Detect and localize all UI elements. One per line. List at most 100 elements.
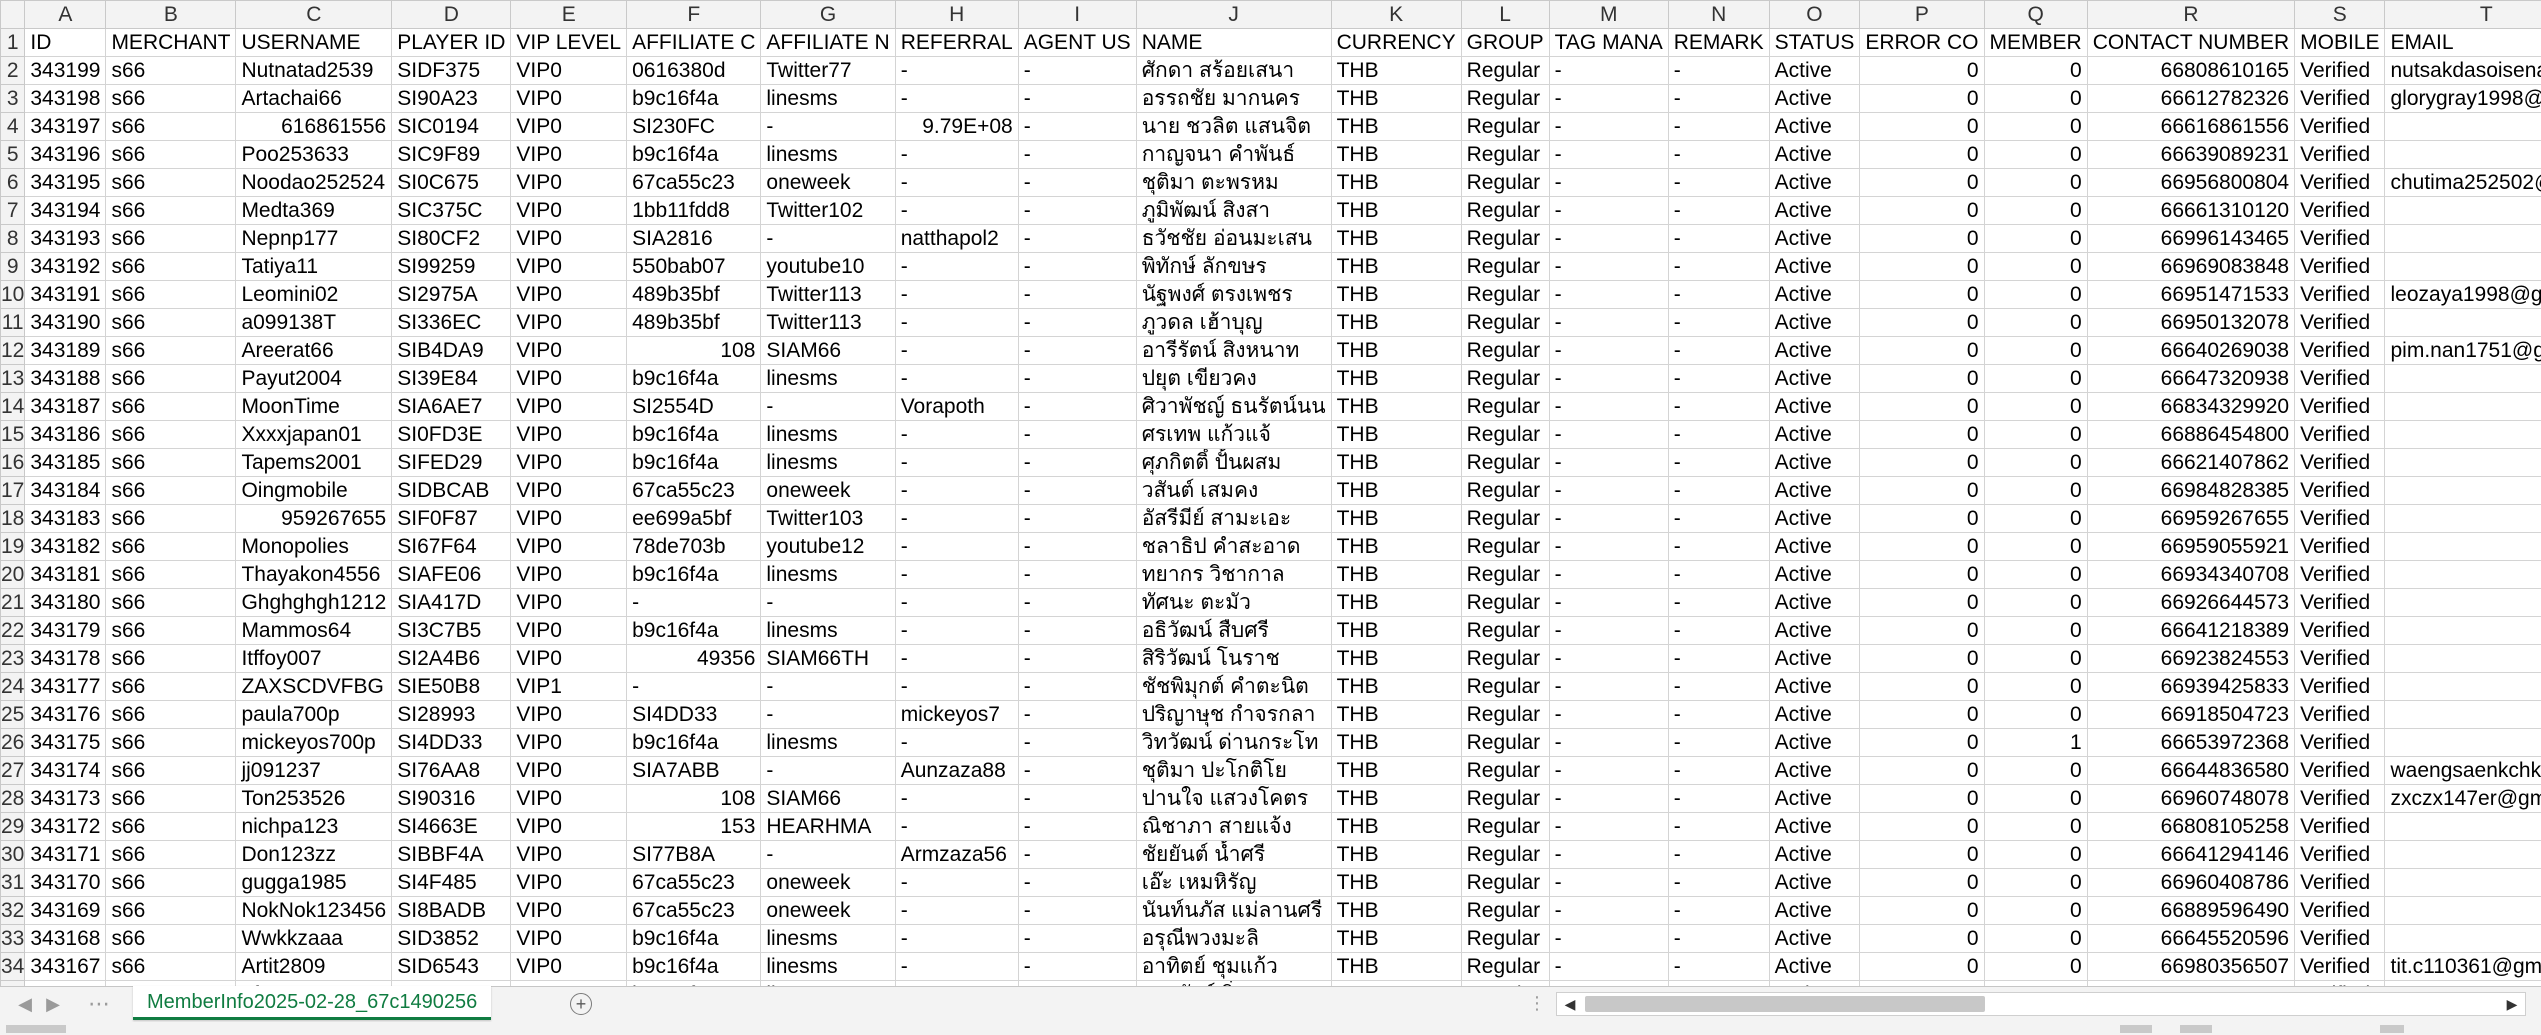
table-cell[interactable]: 0	[1859, 364, 1985, 393]
table-cell[interactable]: Active	[1768, 644, 1861, 673]
header-cell[interactable]: ID	[24, 28, 107, 57]
table-cell[interactable]: -	[1548, 168, 1669, 197]
table-cell[interactable]: VIP0	[510, 336, 628, 365]
table-cell[interactable]: -	[1017, 868, 1137, 897]
table-cell[interactable]: Active	[1768, 896, 1861, 925]
table-cell[interactable]: Active	[1768, 140, 1861, 169]
table-cell[interactable]: 0	[1859, 868, 1985, 897]
table-cell[interactable]	[2384, 560, 2541, 589]
column-header-l[interactable]: L	[1460, 0, 1550, 29]
table-cell[interactable]: ปริญาษุช กำจรกลา	[1135, 700, 1332, 729]
table-cell[interactable]: อารีรัตน์ สิงหนาท	[1135, 336, 1332, 365]
table-cell[interactable]: Regular	[1460, 952, 1550, 981]
table-cell[interactable]: -	[894, 672, 1019, 701]
table-cell[interactable]: 0	[1859, 336, 1985, 365]
column-header-s[interactable]: S	[2294, 0, 2386, 29]
table-cell[interactable]: SI0FD3E	[391, 420, 512, 449]
row-header[interactable]: 1	[0, 28, 26, 57]
table-cell[interactable]: -	[894, 336, 1019, 365]
table-cell[interactable]: Oingmobile	[235, 476, 393, 505]
table-cell[interactable]: Thayakon4556	[235, 560, 393, 589]
table-cell[interactable]: MoonTime	[235, 392, 393, 421]
table-cell[interactable]: 0	[1859, 924, 1985, 953]
table-cell[interactable]: 66959267655	[2086, 504, 2296, 533]
table-cell[interactable]: -	[1017, 728, 1137, 757]
column-header-e[interactable]: E	[510, 0, 628, 29]
table-cell[interactable]: Tapems2001	[235, 448, 393, 477]
table-cell[interactable]: VIP0	[510, 364, 628, 393]
table-cell[interactable]: Active	[1768, 420, 1861, 449]
table-cell[interactable]: 0	[1983, 756, 2088, 785]
table-cell[interactable]: Active	[1768, 588, 1861, 617]
table-cell[interactable]: Verified	[2294, 784, 2386, 813]
table-cell[interactable]: b9c16f4a	[626, 420, 762, 449]
table-cell[interactable]: -	[1017, 672, 1137, 701]
table-cell[interactable]: -	[1667, 140, 1770, 169]
table-cell[interactable]: 343168	[24, 924, 107, 953]
table-cell[interactable]: -	[1667, 560, 1770, 589]
table-cell[interactable]: Artit2809	[235, 952, 393, 981]
table-cell[interactable]: -	[894, 168, 1019, 197]
table-cell[interactable]: THB	[1330, 952, 1462, 981]
row-header[interactable]: 22	[0, 616, 26, 645]
table-cell[interactable]: VIP0	[510, 616, 628, 645]
table-cell[interactable]: SI4F485	[391, 868, 512, 897]
table-cell[interactable]	[2384, 896, 2541, 925]
table-cell[interactable]: -	[1548, 896, 1669, 925]
table-cell[interactable]: 0	[1983, 252, 2088, 281]
table-cell[interactable]	[2384, 840, 2541, 869]
table-cell[interactable]: 66612782326	[2086, 84, 2296, 113]
table-cell[interactable]: ทัศนะ ตะมัว	[1135, 588, 1332, 617]
table-cell[interactable]: SIAM66	[760, 784, 896, 813]
table-cell[interactable]: -	[1667, 504, 1770, 533]
table-cell[interactable]: Regular	[1460, 280, 1550, 309]
table-cell[interactable]: paula700p	[235, 700, 393, 729]
table-cell[interactable]: Itffoy007	[235, 644, 393, 673]
row-header[interactable]: 3	[0, 84, 26, 113]
table-cell[interactable]: เอ๊ะ เหมหิรัญ	[1135, 868, 1332, 897]
table-cell[interactable]: s66	[105, 896, 237, 925]
row-header[interactable]: 24	[0, 672, 26, 701]
table-cell[interactable]: mickeyos7	[894, 700, 1019, 729]
column-header-i[interactable]: I	[1017, 0, 1137, 29]
table-cell[interactable]: 343188	[24, 364, 107, 393]
table-cell[interactable]: -	[1667, 896, 1770, 925]
table-cell[interactable]: 0	[1983, 196, 2088, 225]
table-cell[interactable]: 0	[1983, 56, 2088, 85]
table-cell[interactable]: 0	[1859, 756, 1985, 785]
table-cell[interactable]: linesms	[760, 364, 896, 393]
table-cell[interactable]: 0616380d	[626, 56, 762, 85]
table-cell[interactable]: SI28993	[391, 700, 512, 729]
row-header[interactable]: 21	[0, 588, 26, 617]
table-cell[interactable]: pim.nan1751@gma	[2384, 336, 2541, 365]
table-cell[interactable]: b9c16f4a	[626, 84, 762, 113]
table-cell[interactable]: 66923824553	[2086, 644, 2296, 673]
table-cell[interactable]: Regular	[1460, 560, 1550, 589]
table-cell[interactable]: 0	[1983, 336, 2088, 365]
table-cell[interactable]: -	[1667, 112, 1770, 141]
table-cell[interactable]: 0	[1859, 532, 1985, 561]
table-cell[interactable]: Verified	[2294, 644, 2386, 673]
table-cell[interactable]: THB	[1330, 420, 1462, 449]
table-cell[interactable]: THB	[1330, 308, 1462, 337]
table-cell[interactable]: Regular	[1460, 924, 1550, 953]
table-cell[interactable]: SI90316	[391, 784, 512, 813]
table-cell[interactable]: -	[760, 112, 896, 141]
table-cell[interactable]: b9c16f4a	[626, 364, 762, 393]
scroll-thumb[interactable]	[1585, 996, 1985, 1012]
table-cell[interactable]: Regular	[1460, 56, 1550, 85]
table-cell[interactable]: Verified	[2294, 364, 2386, 393]
table-cell[interactable]: gugga1985	[235, 868, 393, 897]
table-cell[interactable]: 0	[1859, 504, 1985, 533]
tab-splitter-icon[interactable]: ⋮	[1528, 993, 1546, 1014]
table-cell[interactable]: 153	[626, 812, 762, 841]
table-cell[interactable]: Twitter113	[760, 280, 896, 309]
column-header-m[interactable]: M	[1548, 0, 1669, 29]
column-header-g[interactable]: G	[760, 0, 896, 29]
table-cell[interactable]: Regular	[1460, 140, 1550, 169]
column-header-q[interactable]: Q	[1983, 0, 2088, 29]
table-cell[interactable]: Active	[1768, 196, 1861, 225]
table-cell[interactable]: -	[1017, 588, 1137, 617]
table-cell[interactable]: Verified	[2294, 896, 2386, 925]
table-cell[interactable]: THB	[1330, 476, 1462, 505]
